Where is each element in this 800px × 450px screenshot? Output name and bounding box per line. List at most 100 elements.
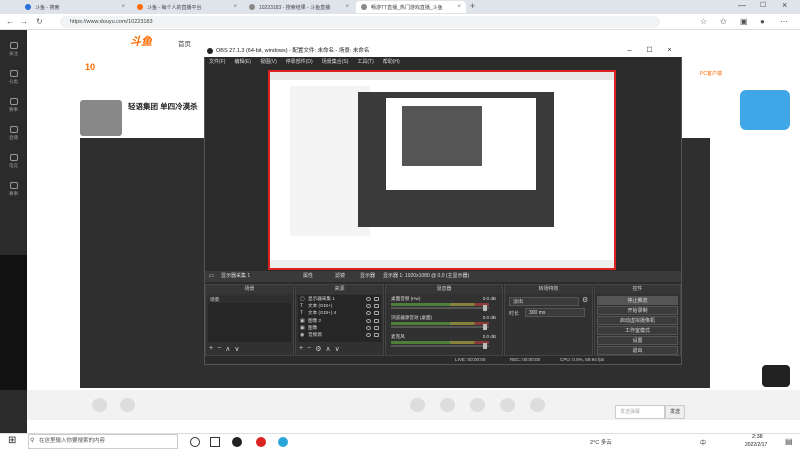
scene-item[interactable]: 场景 [208,296,291,304]
forward-icon[interactable]: → [20,17,28,27]
rail-item[interactable]: 赛事 [3,182,24,197]
remove-icon[interactable]: − [307,345,311,353]
taskbar-search[interactable]: 在这里输入你要搜索的内容 [28,434,178,449]
obs-preview[interactable] [268,70,616,270]
display-select[interactable]: 显示器 1: 1920x1080 @ 0,0 (主显示器) [383,271,469,282]
source-item[interactable]: ◉ 音频源 [298,331,381,338]
browser-tab[interactable]: 斗鱼 - 每个人的直播平台 × [132,1,242,13]
collections-icon[interactable]: ▣ [740,17,748,27]
move-down-icon[interactable]: ∨ [234,345,239,353]
obs-maximize-icon[interactable]: ☐ [642,45,657,57]
close-tab-icon[interactable]: × [121,4,125,10]
visibility-icon[interactable] [366,303,371,308]
menu-item[interactable]: 工具(T) [357,57,373,67]
rail-item[interactable]: 分类 [3,70,24,85]
slider-handle[interactable] [483,343,487,349]
visibility-icon[interactable] [366,333,371,338]
source-item[interactable]: T 文本 (GDI+) 4 [298,310,381,317]
back-icon[interactable]: ← [6,17,14,27]
menu-item[interactable]: 视图(V) [260,57,277,67]
close-tab-icon[interactable]: × [457,4,461,10]
weibo-taskbar-icon[interactable] [256,437,266,447]
cortana-icon[interactable] [190,437,200,447]
menu-item[interactable]: 编辑(E) [234,57,251,67]
more-menu-icon[interactable]: ⋯ [780,17,788,27]
studio-mode-button[interactable]: 工作室模式 [597,326,678,335]
exit-button[interactable]: 退出 [597,346,678,355]
settings-button[interactable]: 设置 [597,336,678,345]
duration-field[interactable]: 300 ms [525,308,585,317]
move-down-icon[interactable]: ∨ [335,345,340,353]
chat-input[interactable]: 发送弹幕 [615,405,665,419]
close-tab-icon[interactable]: × [345,4,349,10]
transition-select[interactable]: 淡出 [509,297,579,306]
move-up-icon[interactable]: ∧ [325,345,330,353]
menu-item[interactable]: 帮助(H) [383,57,400,67]
filters-button[interactable]: 滤镜 [335,271,345,282]
slider-handle[interactable] [483,324,487,330]
refresh-icon[interactable]: ↻ [36,17,43,27]
douyu-logo[interactable]: 斗鱼 [130,33,152,49]
obs-close-icon[interactable]: × [662,45,677,57]
url-field[interactable]: https://www.douyu.com/10223183 [60,16,660,28]
browser-tab[interactable]: 斗鱼 - 搜索 × [20,1,130,13]
lock-icon[interactable] [374,318,379,323]
source-item[interactable]: T 文本 (GDI+) [298,302,381,309]
browser-tab[interactable]: 10223183 - 搜索结果 - 斗鱼直播 × [244,1,354,13]
browser-tab-active[interactable]: 畅游TT直播_热门游戏直播_斗鱼 × [356,1,466,13]
properties-button[interactable]: 属性 [303,271,313,282]
settings-gear-icon[interactable]: ⚙ [315,345,321,353]
stop-streaming-button[interactable]: 停止推流 [597,296,678,305]
pc-client-link[interactable]: PC客户端 [700,70,722,77]
volume-slider[interactable] [391,324,489,330]
menu-item[interactable]: 文件(F) [209,57,225,67]
lock-icon[interactable] [374,325,379,330]
menu-item[interactable]: 场景集合(S) [322,57,349,67]
visibility-icon[interactable] [366,318,371,323]
weather[interactable]: 2°C 多云 [590,438,612,446]
gift-icon[interactable] [120,398,135,412]
new-tab-button[interactable]: + [470,1,475,11]
volume-slider[interactable] [391,343,489,349]
promo-banner[interactable] [740,90,790,130]
close-window-icon[interactable]: × [782,0,787,10]
obs-minimize-icon[interactable]: – [622,45,637,57]
streamer-avatar[interactable] [80,100,122,136]
clock-date[interactable]: 2022/2/17 [745,442,767,448]
gift-icon[interactable] [92,398,107,412]
slider-handle[interactable] [483,305,487,311]
lock-icon[interactable] [374,311,379,316]
favorites-list-icon[interactable]: ✩ [720,17,727,27]
favorite-icon[interactable]: ☆ [700,17,707,27]
maximize-window-icon[interactable]: ☐ [760,1,766,9]
task-view-icon[interactable] [210,437,220,447]
clock-time[interactable]: 2:38 [752,434,763,440]
rail-item[interactable]: 关注 [3,42,24,57]
gift-icon[interactable] [440,398,455,412]
gift-icon[interactable] [470,398,485,412]
remove-icon[interactable]: − [217,345,221,353]
add-icon[interactable]: + [299,345,303,353]
close-tab-icon[interactable]: × [233,4,237,10]
gift-icon[interactable] [410,398,425,412]
source-item[interactable]: ▣ 图像 2 [298,317,381,324]
gift-icon[interactable] [530,398,545,412]
menu-item[interactable]: 停靠部件(D) [286,57,313,67]
gift-icon[interactable] [500,398,515,412]
rail-item[interactable]: 赛事 [3,98,24,113]
virtual-camera-button[interactable]: 启动虚拟摄像机 [597,316,678,325]
send-button[interactable]: 发送 [665,405,685,419]
lock-icon[interactable] [374,296,379,301]
rail-item[interactable]: 直播 [3,126,24,141]
ime-indicator[interactable]: 中 [700,438,706,447]
move-up-icon[interactable]: ∧ [225,345,230,353]
source-item[interactable]: ▢ 显示器采集 1 [298,295,381,302]
add-icon[interactable]: + [209,345,213,353]
nav-link[interactable]: 首页 [178,38,191,48]
visibility-icon[interactable] [366,296,371,301]
rail-item[interactable]: 电竞 [3,154,24,169]
obs-taskbar-icon[interactable] [232,437,242,447]
source-item[interactable]: ▣ 图像 [298,324,381,331]
profile-icon[interactable]: ● [760,17,765,27]
start-recording-button[interactable]: 开始录制 [597,306,678,315]
